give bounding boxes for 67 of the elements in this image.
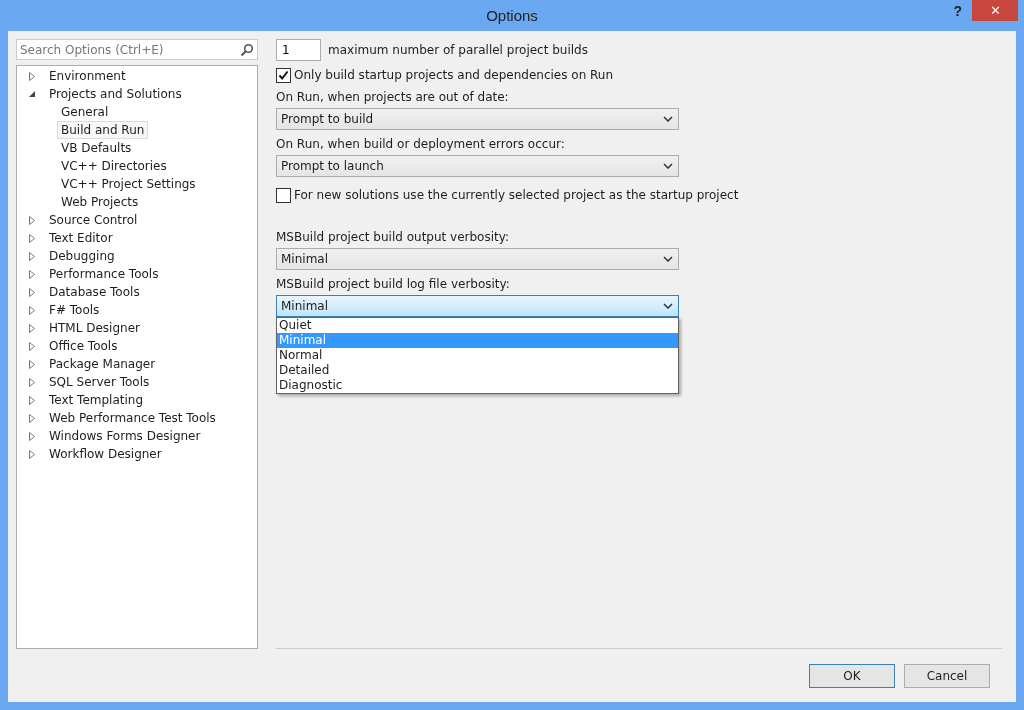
parallel-builds-field[interactable]: 1 — [276, 39, 321, 61]
collapsed-arrow-icon[interactable] — [28, 233, 36, 243]
collapsed-arrow-icon[interactable] — [28, 269, 36, 279]
tree-item[interactable]: Database Tools — [45, 283, 144, 301]
dropdown-option[interactable]: Normal — [277, 348, 678, 363]
checkbox[interactable] — [276, 187, 291, 203]
field-label: On Run, when projects are out of date: — [276, 89, 510, 105]
collapsed-arrow-icon[interactable] — [28, 341, 36, 351]
field-label: maximum number of parallel project builds — [328, 43, 588, 57]
tree-item[interactable]: Source Control — [45, 211, 142, 229]
tree-item[interactable]: SQL Server Tools — [45, 373, 154, 391]
collapsed-arrow-icon[interactable] — [28, 215, 36, 225]
tree-item[interactable]: General — [57, 103, 113, 121]
field-label: MSBuild project build output verbosity: — [276, 229, 511, 245]
field-label: MSBuild project build log file verbosity: — [276, 276, 511, 292]
chevron-down-icon — [663, 303, 673, 309]
help-button[interactable]: ? — [947, 2, 968, 20]
tree-item[interactable]: Web Performance Test Tools — [45, 409, 220, 427]
tree-item[interactable]: HTML Designer — [45, 319, 144, 337]
tree-item[interactable]: Text Editor — [45, 229, 117, 247]
tree-item[interactable]: Build and Run — [57, 121, 149, 139]
window-title: Options — [486, 7, 538, 24]
collapsed-arrow-icon[interactable] — [28, 359, 36, 369]
checkbox[interactable] — [276, 67, 291, 83]
dropdown[interactable]: Prompt to build — [276, 108, 679, 130]
dropdown[interactable]: Minimal — [276, 248, 679, 270]
chevron-down-icon — [663, 256, 673, 262]
dropdown-option[interactable]: Diagnostic — [277, 378, 678, 393]
collapsed-arrow-icon[interactable] — [28, 71, 36, 81]
dropdown[interactable]: Prompt to launch — [276, 155, 679, 177]
tree-item[interactable]: VC++ Directories — [57, 157, 171, 175]
dropdown-option[interactable]: Quiet — [277, 318, 678, 333]
tree-item[interactable]: Web Projects — [57, 193, 143, 211]
collapsed-arrow-icon[interactable] — [28, 449, 36, 459]
tree-item[interactable]: VB Defaults — [57, 139, 136, 157]
tree-item[interactable]: VC++ Project Settings — [57, 175, 200, 193]
checkbox-label: Only build startup projects and dependencies on Run — [294, 68, 614, 82]
search-field[interactable]: Search Options (Ctrl+E) — [16, 39, 258, 60]
collapsed-arrow-icon[interactable] — [28, 251, 36, 261]
collapsed-arrow-icon[interactable] — [28, 287, 36, 297]
chevron-down-icon — [663, 116, 673, 122]
collapsed-arrow-icon[interactable] — [28, 395, 36, 405]
tree-item[interactable]: Text Templating — [45, 391, 147, 409]
close-button[interactable]: ✕ — [972, 0, 1018, 21]
dropdown-option[interactable]: Detailed — [277, 363, 678, 378]
chevron-down-icon — [663, 163, 673, 169]
collapsed-arrow-icon[interactable] — [28, 413, 36, 423]
collapsed-arrow-icon[interactable] — [28, 305, 36, 315]
tree-item[interactable]: Windows Forms Designer — [45, 427, 205, 445]
collapsed-arrow-icon[interactable] — [28, 377, 36, 387]
tree-item[interactable]: Package Manager — [45, 355, 160, 373]
collapsed-arrow-icon[interactable] — [28, 323, 36, 333]
tree-item[interactable]: Performance Tools — [45, 265, 163, 283]
tree-item[interactable]: Debugging — [45, 247, 119, 265]
ok-button[interactable]: OK — [809, 663, 895, 688]
search-icon — [240, 42, 254, 57]
tree-item[interactable]: Environment — [45, 67, 130, 85]
dropdown[interactable]: Minimal — [276, 295, 679, 317]
checkbox-label: For new solutions use the currently selected project as the startup project — [294, 188, 739, 202]
collapsed-arrow-icon[interactable] — [28, 431, 36, 441]
expanded-arrow-icon[interactable] — [28, 89, 36, 99]
tree-item[interactable]: Projects and Solutions — [45, 85, 186, 103]
tree-item[interactable]: F# Tools — [45, 301, 104, 319]
cancel-button[interactable]: Cancel — [904, 663, 990, 688]
tree-item[interactable]: Workflow Designer — [45, 445, 166, 463]
tree-item[interactable]: Office Tools — [45, 337, 122, 355]
field-label: On Run, when build or deployment errors occur: — [276, 136, 566, 152]
